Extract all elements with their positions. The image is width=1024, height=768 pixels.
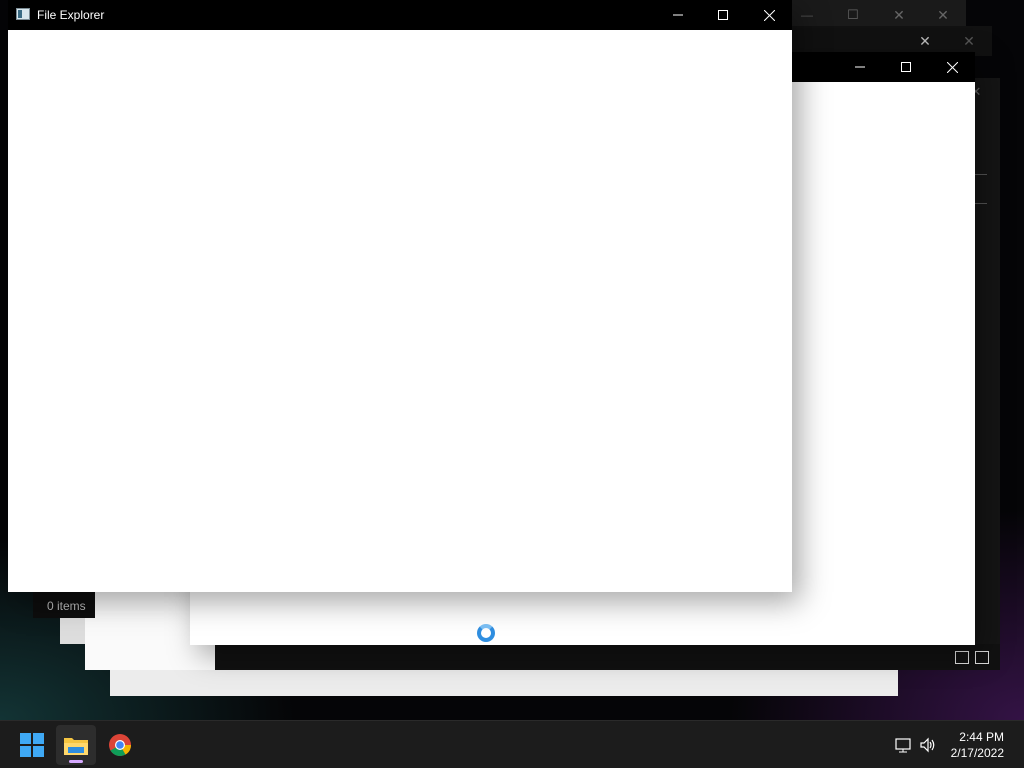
- close-button[interactable]: [929, 52, 975, 82]
- network-icon[interactable]: [894, 735, 914, 755]
- clock-date: 2/17/2022: [950, 746, 1004, 760]
- taskbar: 2:44 PM 2/17/2022: [0, 720, 1024, 768]
- file-explorer-app-icon: [16, 8, 30, 20]
- maximize-button[interactable]: [700, 0, 746, 30]
- monitor-network-icon: [895, 738, 911, 753]
- title-bar[interactable]: File Explorer: [8, 0, 792, 30]
- minimize-icon: [855, 66, 865, 68]
- address-box[interactable]: [973, 174, 987, 204]
- maximize-icon: [718, 10, 728, 20]
- taskbar-file-explorer[interactable]: [56, 725, 96, 765]
- system-clock[interactable]: 2:44 PM 2/17/2022: [951, 729, 1004, 761]
- close-icon: [763, 9, 775, 21]
- start-button[interactable]: [12, 725, 52, 765]
- view-toggle[interactable]: [955, 651, 989, 664]
- speaker-icon: [920, 737, 935, 753]
- tiles-view-icon[interactable]: [975, 651, 989, 664]
- status-item-count: 0 items: [33, 592, 95, 618]
- volume-icon[interactable]: [918, 735, 938, 755]
- clock-time: 2:44 PM: [959, 730, 1004, 744]
- window-content: [8, 30, 792, 592]
- close-button[interactable]: [746, 0, 792, 30]
- folder-icon: [64, 738, 88, 755]
- chrome-icon: [109, 734, 131, 756]
- desktop: — ☐ ✕ ✕ ✕ ✕ ✕ 0 items File Explorer: [0, 0, 1024, 720]
- title-bar[interactable]: [790, 52, 975, 82]
- details-view-icon[interactable]: [955, 651, 969, 664]
- taskbar-chrome[interactable]: [100, 725, 140, 765]
- close-icon: [946, 61, 958, 73]
- maximize-icon: [901, 62, 911, 72]
- windows-start-icon: [20, 733, 44, 757]
- status-bar: [215, 644, 1000, 670]
- maximize-button[interactable]: [883, 52, 929, 82]
- minimize-icon: [673, 14, 683, 16]
- window-title: File Explorer: [37, 8, 105, 22]
- loading-spinner-icon: [477, 624, 495, 642]
- minimize-button[interactable]: [837, 52, 883, 82]
- explorer-window-front[interactable]: File Explorer: [8, 0, 792, 592]
- minimize-button[interactable]: [655, 0, 701, 30]
- running-indicator: [69, 760, 83, 763]
